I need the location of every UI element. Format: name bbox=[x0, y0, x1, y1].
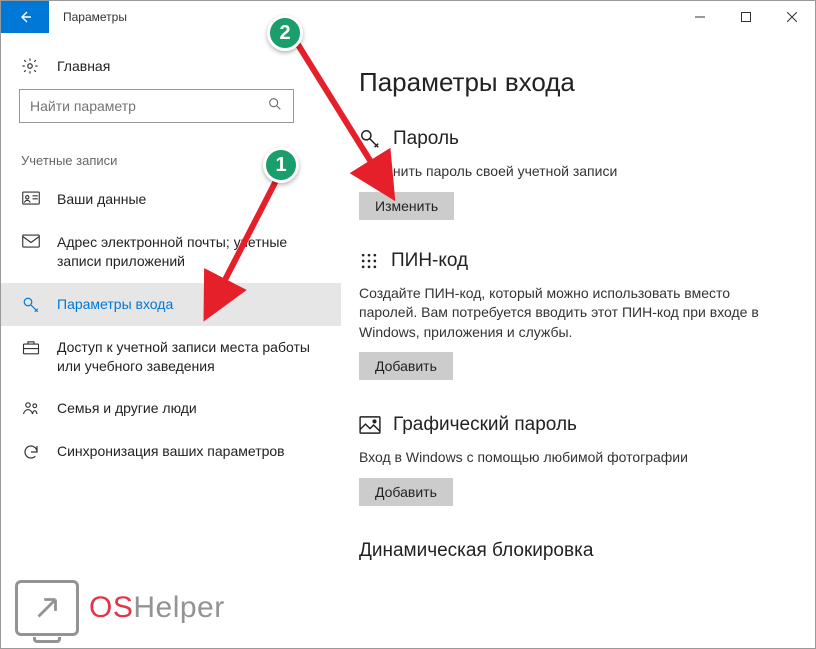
settings-window: Параметры Главная bbox=[0, 0, 816, 649]
section-picture-title: Графический пароль bbox=[359, 414, 787, 436]
sidebar-item-label: Семья и другие люди bbox=[57, 399, 197, 418]
sidebar-item-sync[interactable]: Синхронизация ваших параметров bbox=[1, 430, 341, 473]
sidebar-item-label: Адрес электронной почты; учетные записи … bbox=[57, 233, 321, 271]
section-password-title: Пароль bbox=[359, 128, 787, 150]
home-link[interactable]: Главная bbox=[1, 51, 341, 89]
annotation-marker-2: 2 bbox=[267, 15, 303, 51]
sync-icon bbox=[21, 443, 41, 461]
main-content: Параметры входа Пароль Изменить пароль с… bbox=[341, 33, 815, 648]
gear-icon bbox=[21, 57, 43, 75]
key-icon bbox=[21, 296, 41, 314]
search-box[interactable] bbox=[19, 89, 294, 123]
sidebar-item-label: Ваши данные bbox=[57, 190, 146, 209]
pin-grid-icon bbox=[359, 251, 379, 271]
minimize-button[interactable] bbox=[677, 1, 723, 33]
watermark-text: OSHelper bbox=[89, 591, 225, 625]
picture-desc: Вход в Windows с помощью любимой фотогра… bbox=[359, 448, 787, 468]
maximize-button[interactable] bbox=[723, 1, 769, 33]
minimize-icon bbox=[695, 12, 705, 22]
back-button[interactable] bbox=[1, 1, 49, 33]
id-card-icon bbox=[21, 191, 41, 205]
window-controls bbox=[677, 1, 815, 33]
key-icon bbox=[359, 128, 381, 150]
password-desc: Изменить пароль своей учетной записи bbox=[359, 162, 787, 182]
close-button[interactable] bbox=[769, 1, 815, 33]
section-dynamic-lock-title: Динамическая блокировка bbox=[359, 540, 787, 562]
close-icon bbox=[787, 12, 797, 22]
watermark: OSHelper bbox=[15, 580, 225, 636]
window-title: Параметры bbox=[49, 1, 677, 33]
sidebar-item-email[interactable]: Адрес электронной почты; учетные записи … bbox=[1, 221, 341, 283]
watermark-monitor-icon bbox=[15, 580, 79, 636]
section-pin-title: ПИН-код bbox=[359, 250, 787, 272]
sidebar-item-work-access[interactable]: Доступ к учетной записи места работы или… bbox=[1, 326, 341, 388]
change-password-button[interactable]: Изменить bbox=[359, 192, 454, 220]
sidebar-item-your-info[interactable]: Ваши данные bbox=[1, 178, 341, 221]
sidebar-item-label: Доступ к учетной записи места работы или… bbox=[57, 338, 321, 376]
sidebar: Главная Учетные записи Ваши данные bbox=[1, 33, 341, 648]
sidebar-item-label: Параметры входа bbox=[57, 295, 173, 314]
annotation-marker-1: 1 bbox=[263, 147, 299, 183]
sidebar-item-label: Синхронизация ваших параметров bbox=[57, 442, 285, 461]
mail-icon bbox=[21, 234, 41, 248]
people-icon bbox=[21, 400, 41, 416]
pin-desc: Создайте ПИН-код, который можно использо… bbox=[359, 284, 787, 343]
search-input[interactable] bbox=[30, 98, 250, 114]
maximize-icon bbox=[741, 12, 751, 22]
search-icon bbox=[267, 96, 283, 117]
picture-icon bbox=[359, 416, 381, 434]
page-title: Параметры входа bbox=[359, 67, 787, 98]
add-pin-button[interactable]: Добавить bbox=[359, 352, 453, 380]
add-picture-password-button[interactable]: Добавить bbox=[359, 478, 453, 506]
sidebar-item-family[interactable]: Семья и другие люди bbox=[1, 387, 341, 430]
home-label: Главная bbox=[57, 58, 110, 74]
briefcase-icon bbox=[21, 339, 41, 355]
sidebar-item-signin-options[interactable]: Параметры входа bbox=[1, 283, 341, 326]
titlebar: Параметры bbox=[1, 1, 815, 33]
arrow-left-icon bbox=[17, 9, 33, 25]
